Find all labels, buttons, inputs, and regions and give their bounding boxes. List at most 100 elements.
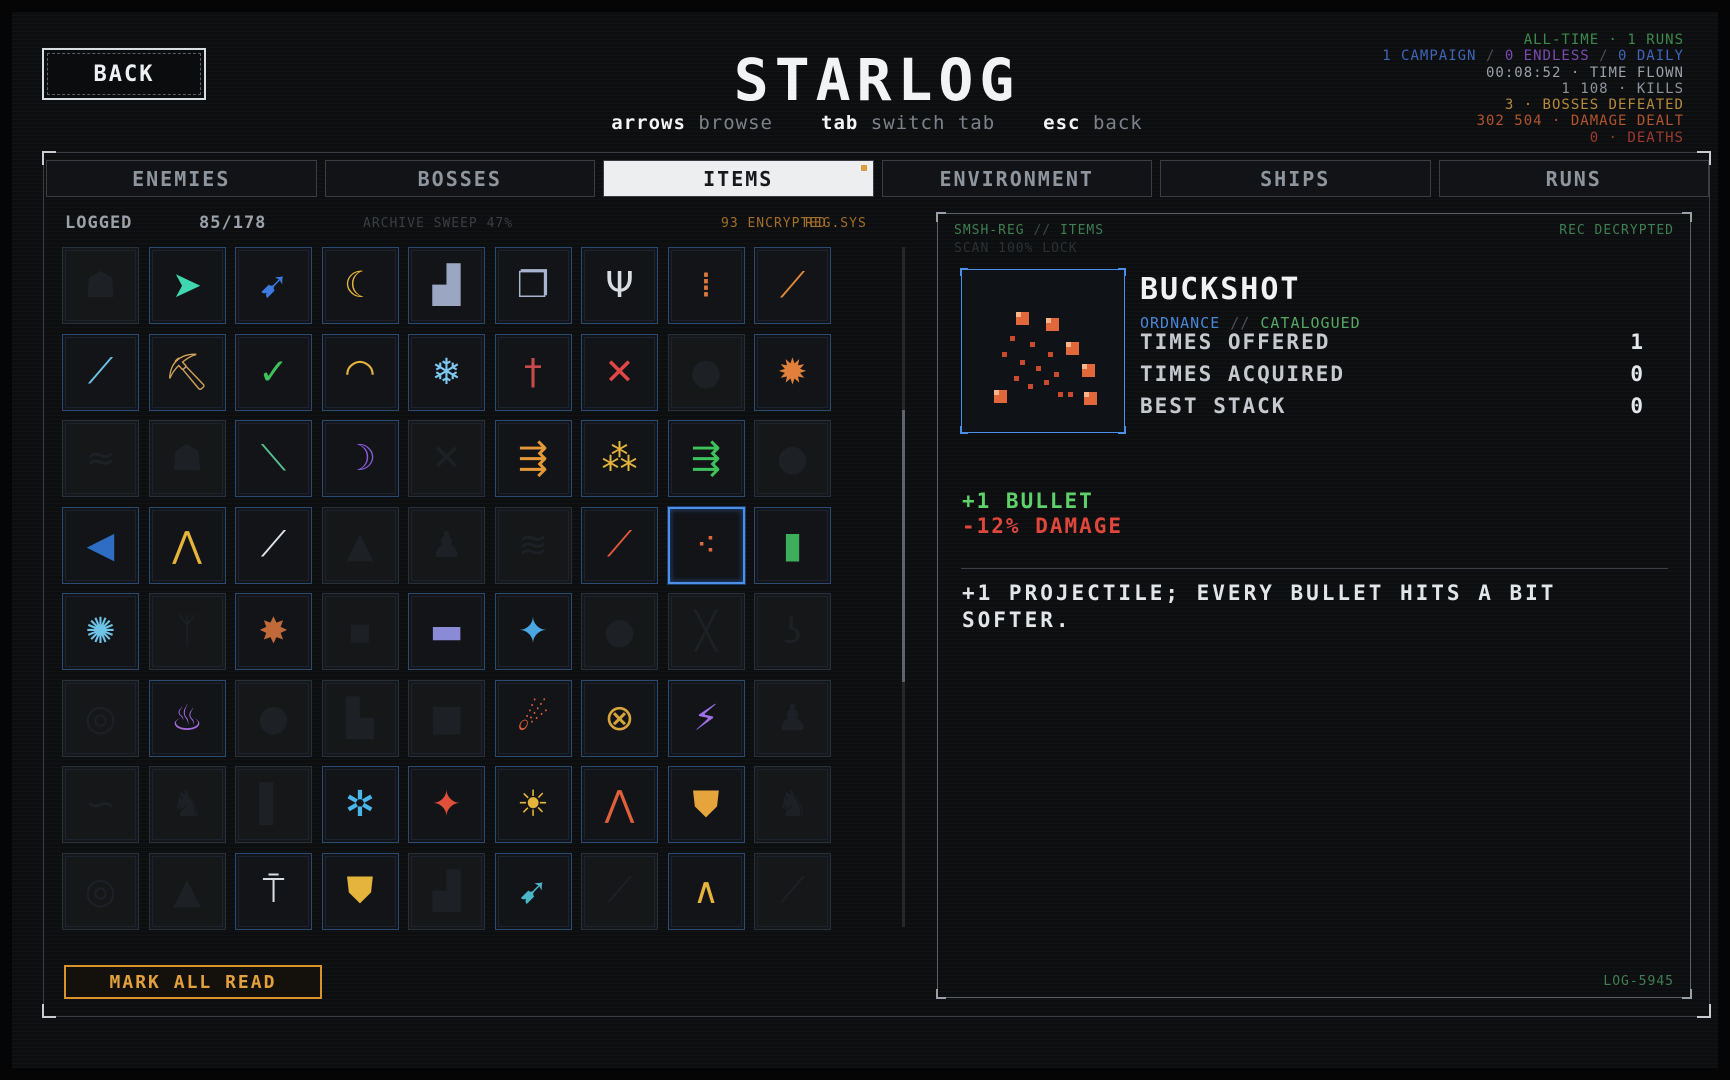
item-slot[interactable]: ● <box>667 333 745 411</box>
item-slot[interactable]: ▬ <box>408 593 485 670</box>
item-slot[interactable]: ☽ <box>321 420 399 497</box>
item-slot[interactable]: ☀ <box>494 766 572 843</box>
item-slot[interactable]: ⟍ <box>235 420 312 497</box>
item-slot[interactable]: ⚡ <box>667 679 745 757</box>
item-slot[interactable]: ▟ <box>408 852 485 930</box>
item-nerf: -12% DAMAGE <box>962 514 1124 538</box>
item-slot[interactable]: ⁖ <box>667 506 745 584</box>
item-slot[interactable]: ⟋ <box>754 852 831 930</box>
pickaxe-icon: ⛏ <box>164 352 210 393</box>
log-id: LOG-5945 <box>1603 974 1674 989</box>
statue-icon: ♟ <box>430 524 463 566</box>
tab-enemies[interactable]: ENEMIES <box>46 160 317 197</box>
crossed-lines-icon: ╳ <box>695 611 717 652</box>
tab-runs[interactable]: RUNS <box>1438 160 1709 197</box>
item-slot[interactable]: ♟ <box>754 679 831 757</box>
item-slot[interactable]: ⟋ <box>235 506 312 584</box>
item-slot[interactable]: ☗ <box>62 247 139 324</box>
item-slot[interactable]: ♞ <box>148 766 226 843</box>
item-slot[interactable]: ⇶ <box>494 420 572 497</box>
item-slot[interactable]: ➤ <box>148 247 226 324</box>
item-slot[interactable]: ∧ <box>667 852 745 930</box>
item-slot[interactable]: ⍑ <box>235 852 312 930</box>
item-slot[interactable]: ✕ <box>408 420 485 497</box>
item-slot[interactable]: ᛉ <box>148 593 226 670</box>
item-slot[interactable]: ⋀ <box>148 506 226 584</box>
item-slot[interactable]: ✸ <box>235 593 312 670</box>
item-slot[interactable]: ⟋ <box>62 333 139 411</box>
item-slot[interactable]: ✺ <box>62 593 139 670</box>
item-slot[interactable]: † <box>494 333 572 411</box>
item-slot[interactable]: ⟋ <box>581 506 658 584</box>
item-slot[interactable]: ◎ <box>62 852 139 930</box>
item-slot[interactable]: ❐ <box>494 247 572 324</box>
spider-icon: ✹ <box>777 351 808 393</box>
item-slot[interactable]: ⟋ <box>581 852 658 930</box>
snake-icon: ∽ <box>85 784 116 825</box>
item-slot[interactable]: ☄ <box>494 679 572 757</box>
tab-items[interactable]: ITEMS <box>603 160 874 197</box>
fork-icon: Ψ <box>605 265 634 306</box>
item-slot[interactable]: ⊗ <box>581 679 658 757</box>
mark-all-read-button[interactable]: MARK ALL READ <box>64 965 322 999</box>
item-slot[interactable]: ✦ <box>408 766 485 843</box>
item-slot[interactable]: ❄ <box>408 333 485 411</box>
flask-icon: ▲ <box>346 524 374 566</box>
item-slot[interactable]: ➹ <box>235 247 312 324</box>
item-slot[interactable]: ● <box>581 593 658 670</box>
tab-bosses[interactable]: BOSSES <box>324 160 595 197</box>
item-slot[interactable]: ʖ <box>754 593 831 670</box>
scythe-icon: ⟋ <box>606 870 633 911</box>
torch-icon: ⟋ <box>606 524 633 565</box>
item-slot[interactable]: ▲ <box>321 506 399 584</box>
list-scrollbar[interactable] <box>902 247 905 927</box>
tab-ships[interactable]: SHIPS <box>1160 160 1431 197</box>
item-slot[interactable]: ◠ <box>321 333 399 411</box>
item-slot[interactable]: ✦ <box>494 593 572 670</box>
item-slot[interactable]: ╳ <box>667 593 745 670</box>
item-slot[interactable]: ≈ <box>62 420 139 497</box>
item-slot[interactable]: ♟ <box>408 506 485 584</box>
item-slot[interactable]: ⛏ <box>148 333 226 411</box>
item-slot[interactable]: ■ <box>408 679 485 757</box>
item-slot[interactable]: ✲ <box>321 766 399 843</box>
item-slot[interactable]: ▮ <box>754 506 831 584</box>
item-slot[interactable]: ⁂ <box>581 420 658 497</box>
triple-green-arrow-icon: ⇶ <box>690 438 722 479</box>
item-slot[interactable]: ● <box>235 679 312 757</box>
item-slot[interactable]: ☗ <box>148 420 226 497</box>
item-slot[interactable]: ♨ <box>148 679 226 757</box>
item-slot[interactable]: ☾ <box>321 247 399 324</box>
tab-environment[interactable]: ENVIRONMENT <box>881 160 1152 197</box>
item-slot[interactable]: ✕ <box>581 333 658 411</box>
item-slot[interactable]: ▙ <box>321 679 399 757</box>
gear-orb-icon: ✺ <box>85 611 116 652</box>
item-slot[interactable]: ✹ <box>754 333 831 411</box>
item-slot[interactable]: ⋀ <box>581 766 658 843</box>
item-detail-panel: SMSH-REG // ITEMS REC DECRYPTED SCAN 100… <box>936 212 1692 999</box>
item-slot[interactable]: ⟋ <box>754 247 831 324</box>
item-slot[interactable]: Ψ <box>581 247 658 324</box>
lantern-icon: ⛊ <box>346 870 374 911</box>
item-slot[interactable]: ≋ <box>494 506 572 584</box>
stat-damage: 302 504 · DAMAGE DEALT <box>1476 113 1684 130</box>
item-slot[interactable]: ● <box>754 420 831 497</box>
item-slot[interactable]: ▟ <box>408 247 485 324</box>
arrow-icon: ➤ <box>171 265 203 306</box>
item-slot[interactable]: ⁞ <box>667 247 745 324</box>
item-slot[interactable]: ➹ <box>494 852 572 930</box>
item-slot[interactable]: ⇶ <box>667 420 745 497</box>
item-slot[interactable]: ▪ <box>321 593 399 670</box>
item-slot[interactable]: ▲ <box>148 852 226 930</box>
item-slot[interactable]: ✓ <box>235 333 312 411</box>
item-slot[interactable]: ◀ <box>62 506 139 584</box>
item-slot[interactable]: ⛊ <box>667 766 745 843</box>
chevron-stack-icon: ⋀ <box>604 784 635 825</box>
item-slot[interactable]: ⛊ <box>321 852 399 930</box>
item-slot[interactable]: ▌ <box>235 766 312 843</box>
item-slot[interactable]: ◎ <box>62 679 139 757</box>
item-slot[interactable]: ∽ <box>62 766 139 843</box>
scrollbar-thumb[interactable] <box>902 410 905 682</box>
item-slot[interactable]: ♞ <box>754 766 831 843</box>
back-button[interactable]: BACK <box>42 48 206 100</box>
